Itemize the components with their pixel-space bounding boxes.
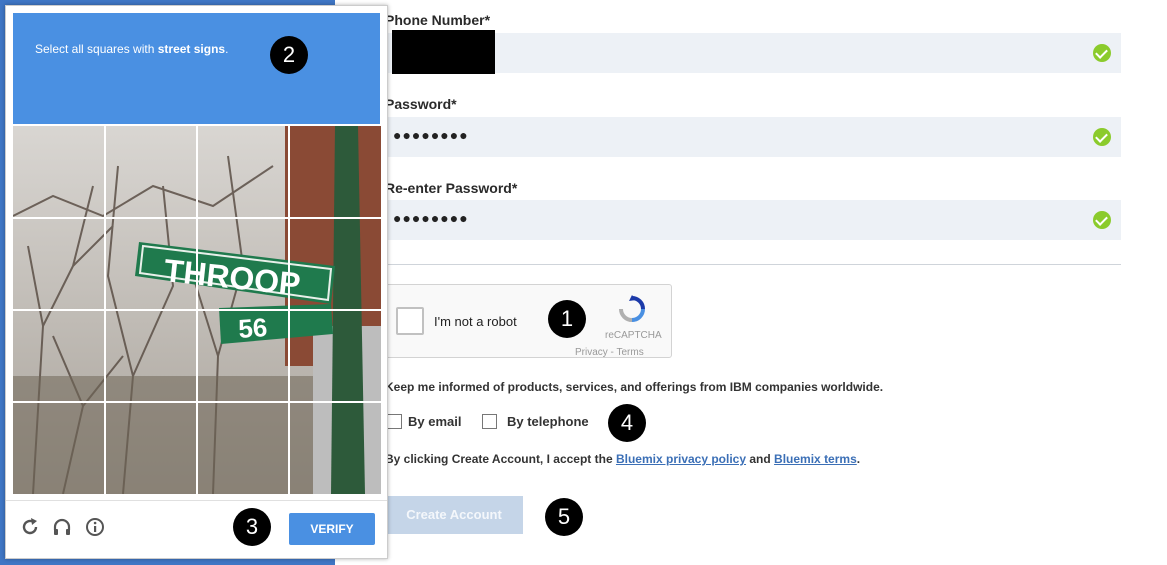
captcha-tile-1[interactable]: [13, 126, 103, 216]
captcha-tile-2[interactable]: [105, 126, 195, 216]
instruction-prefix: Select all squares with: [35, 42, 158, 56]
callout-marker-1: 1: [548, 300, 586, 338]
captcha-image-grid: THROOP 56: [13, 126, 381, 494]
info-icon[interactable]: [85, 517, 105, 537]
captcha-tile-16[interactable]: [289, 402, 379, 492]
captcha-tile-5[interactable]: [13, 218, 103, 308]
phone-label: Phone Number*: [385, 12, 491, 28]
by-email-checkbox[interactable]: [387, 414, 402, 429]
captcha-tile-15[interactable]: [197, 402, 287, 492]
captcha-tile-14[interactable]: [105, 402, 195, 492]
by-telephone-checkbox[interactable]: [482, 414, 497, 429]
terms-suffix: .: [856, 452, 861, 466]
terms-text: By clicking Create Account, I accept the…: [385, 452, 860, 466]
divider: [385, 264, 1121, 265]
audio-headphones-icon[interactable]: [52, 517, 72, 537]
callout-marker-4: 4: [608, 404, 646, 442]
marketing-info-text: Keep me informed of products, services, …: [385, 380, 884, 394]
captcha-tile-8[interactable]: [289, 218, 379, 308]
captcha-tile-6[interactable]: [105, 218, 195, 308]
callout-marker-2: 2: [270, 36, 308, 74]
reload-icon[interactable]: [20, 517, 40, 537]
privacy-policy-link[interactable]: Bluemix privacy policy: [616, 452, 746, 466]
captcha-tile-10[interactable]: [105, 310, 195, 400]
callout-marker-5: 5: [545, 498, 583, 536]
captcha-footer: VERIFY: [6, 500, 387, 559]
captcha-tile-11[interactable]: [197, 310, 287, 400]
instruction-target: street signs: [157, 42, 226, 56]
recaptcha-logo-icon: [619, 295, 645, 322]
recaptcha-checkbox[interactable]: [396, 307, 424, 335]
password-value: ●●●●●●●●: [393, 127, 469, 143]
valid-check-icon: [1093, 128, 1111, 146]
valid-check-icon: [1093, 211, 1111, 229]
password-field[interactable]: ●●●●●●●●: [385, 117, 1121, 157]
valid-check-icon: [1093, 44, 1111, 62]
by-email-label: By email: [408, 414, 462, 429]
password-label: Password*: [385, 96, 457, 112]
reenter-password-label: Re-enter Password*: [385, 180, 518, 196]
by-telephone-label: By telephone: [507, 414, 589, 429]
reenter-password-field[interactable]: ●●●●●●●●: [385, 200, 1121, 240]
captcha-tile-4[interactable]: [289, 126, 379, 216]
recaptcha-label: I'm not a robot: [434, 314, 517, 329]
redacted-phone-value: [392, 30, 495, 74]
recaptcha-links[interactable]: Privacy - Terms: [575, 347, 644, 358]
recaptcha-widget: I'm not a robot reCAPTCHA Privacy - Term…: [385, 284, 672, 358]
recaptcha-brand: reCAPTCHA: [605, 330, 662, 341]
create-account-button[interactable]: Create Account: [385, 496, 523, 534]
terms-link[interactable]: Bluemix terms: [774, 452, 857, 466]
terms-prefix: By clicking Create Account, I accept the: [385, 452, 616, 466]
captcha-tile-3[interactable]: [197, 126, 287, 216]
captcha-header: Select all squares with street signs.: [13, 13, 380, 124]
captcha-tile-7[interactable]: [197, 218, 287, 308]
reenter-password-value: ●●●●●●●●: [393, 210, 469, 226]
captcha-tile-9[interactable]: [13, 310, 103, 400]
terms-and: and: [746, 452, 775, 466]
captcha-tile-12[interactable]: [289, 310, 379, 400]
instruction-suffix: .: [225, 42, 229, 56]
callout-marker-3: 3: [233, 508, 271, 546]
captcha-challenge-popup: Select all squares with street signs. TH…: [5, 5, 388, 559]
phone-field[interactable]: [385, 30, 1121, 74]
captcha-instruction: Select all squares with street signs.: [35, 42, 228, 56]
verify-button[interactable]: VERIFY: [289, 513, 375, 545]
signup-form: Phone Number* Password* ●●●●●●●● Re-ente…: [385, 0, 1125, 565]
captcha-tile-13[interactable]: [13, 402, 103, 492]
